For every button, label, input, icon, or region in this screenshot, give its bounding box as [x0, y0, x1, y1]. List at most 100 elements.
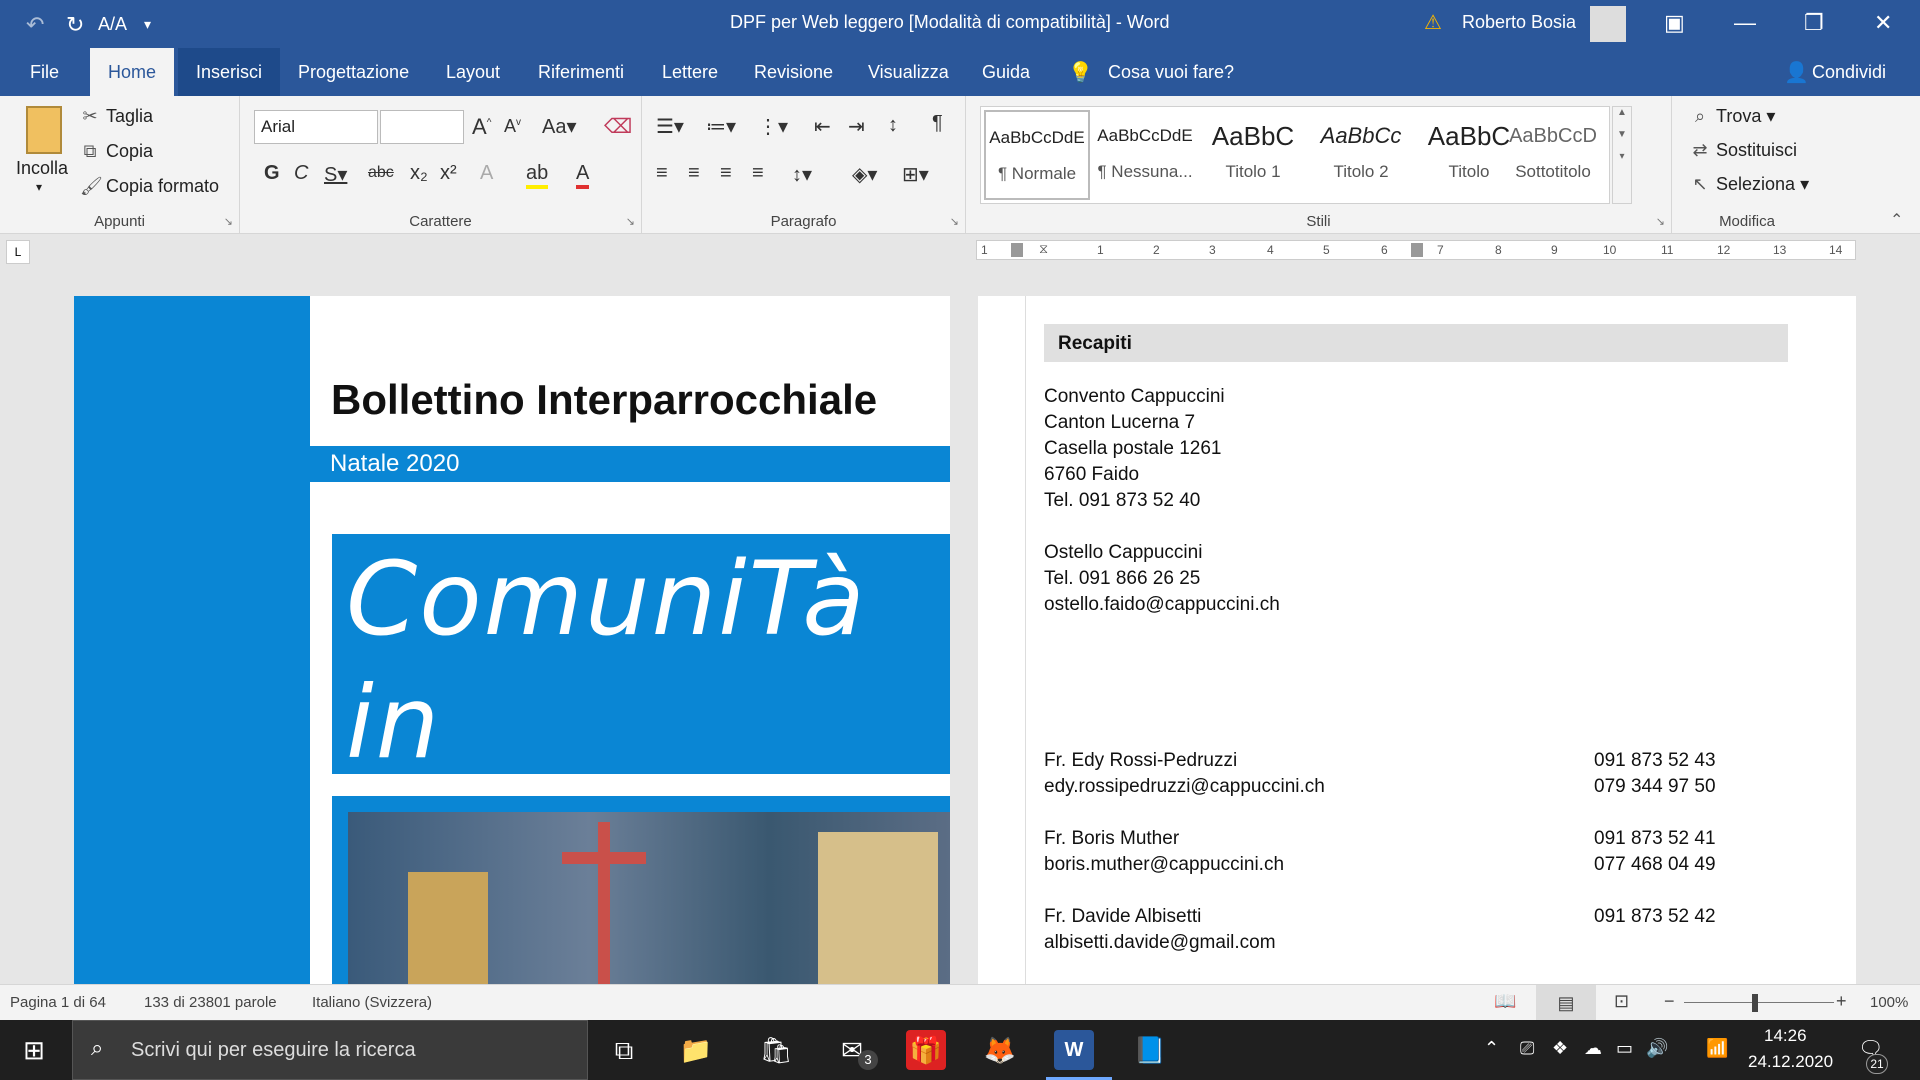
justify-icon[interactable]: ≡ — [752, 162, 764, 185]
tab-review[interactable]: Revisione — [736, 48, 851, 96]
tab-insert[interactable]: Inserisci — [178, 48, 281, 96]
horizontal-ruler[interactable]: 1 ⧖ 1 2 3 4 5 6 7 8 9 10 11 12 13 14 — [976, 240, 1856, 260]
contact-name[interactable]: Fr. Davide Albisetti — [1044, 904, 1201, 930]
copy-button[interactable]: ⧉ Copia — [80, 141, 153, 162]
tab-design[interactable]: Progettazione — [280, 48, 427, 96]
superscript-icon[interactable]: x² — [440, 162, 457, 185]
bold-icon[interactable]: G — [264, 162, 280, 185]
avatar[interactable] — [1590, 6, 1626, 42]
align-left-icon[interactable]: ≡ — [656, 162, 668, 185]
italic-icon[interactable]: C — [294, 162, 308, 185]
paste-dropdown-icon[interactable]: ▾ — [36, 180, 42, 194]
read-mode-icon[interactable]: 📖 — [1494, 991, 1516, 1012]
word-app-icon[interactable]: W — [1054, 1030, 1094, 1070]
font-family-select[interactable]: Arial — [254, 110, 378, 144]
page-title[interactable]: Bollettino Interparrocchiale — [331, 376, 877, 424]
word-count[interactable]: 133 di 23801 parole — [144, 994, 277, 1011]
clock-date[interactable]: 24.12.2020 — [1748, 1052, 1833, 1072]
task-view-icon[interactable]: ⧉ — [604, 1030, 644, 1070]
pilcrow-icon[interactable]: ¶ — [932, 112, 943, 135]
address-block[interactable]: Convento Cappuccini Canton Lucerna 7 Cas… — [1044, 384, 1225, 488]
strikethrough-icon[interactable]: abc — [368, 164, 394, 182]
cut-button[interactable]: ✂ Taglia — [80, 106, 153, 127]
ruler-margin-marker[interactable] — [1011, 243, 1023, 257]
web-layout-icon[interactable]: ⊡ — [1614, 991, 1629, 1012]
page-2[interactable]: Recapiti Convento Cappuccini Canton Luce… — [978, 296, 1856, 996]
change-case-icon[interactable]: Aa▾ — [542, 114, 577, 139]
file-explorer-icon[interactable]: 📁 — [676, 1030, 716, 1070]
show-hidden-icons[interactable]: ⌃ — [1484, 1038, 1499, 1059]
taskbar-search[interactable]: ⌕ Scrivi qui per eseguire la ricerca — [72, 1020, 588, 1080]
styles-scroll[interactable]: ▲ ▼ ▾ — [1612, 106, 1632, 204]
zoom-slider-thumb[interactable] — [1752, 994, 1758, 1012]
ruler-column-marker[interactable] — [1411, 243, 1423, 257]
contact-phone[interactable]: 091 873 52 43 — [1594, 748, 1716, 774]
clear-format-icon[interactable]: ⌫ — [604, 114, 632, 139]
battery-icon[interactable]: ▭ — [1616, 1038, 1633, 1059]
sort-icon[interactable]: ↕ — [888, 114, 898, 137]
contact-name[interactable]: Fr. Edy Rossi-Pedruzzi — [1044, 748, 1237, 774]
text-effects-icon[interactable]: A — [480, 162, 493, 185]
bullets-icon[interactable]: ☰▾ — [656, 114, 684, 139]
style-heading2[interactable]: AaBbCc Titolo 2 — [1308, 110, 1414, 200]
underline-icon[interactable]: S▾ — [324, 162, 347, 187]
section-heading[interactable]: Recapiti — [1058, 333, 1132, 355]
contact-phone[interactable]: 079 344 97 50 — [1594, 774, 1716, 800]
style-normal[interactable]: AaBbCcDdE ¶ Normale — [984, 110, 1090, 200]
contact-name[interactable]: Fr. Boris Muther — [1044, 826, 1179, 852]
minimize-icon[interactable]: — — [1734, 10, 1756, 36]
document-canvas[interactable]: L Bollettino Interparrocchiale Natale 20… — [0, 234, 1920, 996]
highlight-icon[interactable]: ab — [526, 162, 549, 189]
shading-icon[interactable]: ◈▾ — [852, 162, 877, 187]
page-subtitle[interactable]: Natale 2020 — [330, 450, 459, 478]
dialog-launcher-icon[interactable]: ↘ — [950, 215, 959, 228]
contact-email[interactable]: albisetti.davide@gmail.com — [1044, 930, 1276, 956]
tray-icon[interactable]: ⎚ — [1520, 1038, 1534, 1059]
page-1[interactable]: Bollettino Interparrocchiale Natale 2020… — [74, 296, 950, 996]
zoom-out-button[interactable]: − — [1664, 991, 1675, 1012]
network-icon[interactable]: 📶 — [1706, 1038, 1728, 1059]
dialog-launcher-icon[interactable]: ↘ — [224, 215, 233, 228]
align-right-icon[interactable]: ≡ — [720, 162, 732, 185]
line-spacing-icon[interactable]: ↕▾ — [792, 162, 812, 187]
align-center-icon[interactable]: ≡ — [688, 162, 700, 185]
gift-icon[interactable]: 🎁 — [906, 1030, 946, 1070]
clock-time[interactable]: 14:26 — [1764, 1026, 1807, 1046]
close-icon[interactable]: ✕ — [1874, 10, 1892, 36]
contact-email[interactable]: edy.rossipedruzzi@cappuccini.ch — [1044, 774, 1325, 800]
phone-line[interactable]: Tel. 091 873 52 40 — [1044, 488, 1200, 514]
decrease-indent-icon[interactable]: ⇤ — [814, 114, 831, 139]
undo-icon[interactable]: ↶ — [26, 12, 44, 38]
collapse-ribbon-icon[interactable]: ⌃ — [1890, 210, 1903, 230]
font-color-icon[interactable]: A — [576, 162, 590, 189]
style-heading1[interactable]: AaBbC Titolo 1 — [1200, 110, 1306, 200]
zoom-slider[interactable] — [1684, 1002, 1834, 1003]
windows-start-icon[interactable]: ⊞ — [14, 1030, 54, 1070]
print-layout-icon[interactable]: ▤ — [1536, 985, 1596, 1021]
tab-layout[interactable]: Layout — [428, 48, 518, 96]
tab-selector-icon[interactable]: L — [6, 240, 30, 264]
replace-button[interactable]: ⇄ Sostituisci — [1690, 140, 1797, 161]
dropbox-icon[interactable]: ❖ — [1552, 1038, 1568, 1059]
format-painter-button[interactable]: 🖌 Copia formato — [80, 176, 219, 197]
volume-icon[interactable]: 🔊 — [1646, 1038, 1668, 1059]
customize-qat-icon[interactable]: ▾ — [144, 16, 151, 33]
contact-phone[interactable]: 091 873 52 42 — [1594, 904, 1716, 930]
numbering-icon[interactable]: ≔▾ — [706, 114, 736, 139]
font-size-select[interactable] — [380, 110, 464, 144]
store-icon[interactable]: 🛍 — [756, 1030, 796, 1070]
borders-icon[interactable]: ⊞▾ — [902, 162, 929, 187]
text-style-icon[interactable]: A/A — [98, 14, 127, 35]
redo-icon[interactable]: ↻ — [66, 12, 84, 38]
shrink-font-icon[interactable]: Av — [504, 116, 521, 137]
tab-file[interactable]: File — [12, 48, 77, 96]
ribbon-display-icon[interactable]: ▣ — [1664, 10, 1685, 36]
select-button[interactable]: ↖ Seleziona ▾ — [1690, 174, 1809, 195]
contact-phone[interactable]: 091 873 52 41 — [1594, 826, 1716, 852]
tab-mailings[interactable]: Lettere — [644, 48, 736, 96]
tab-home[interactable]: Home — [90, 48, 175, 96]
tell-me-search[interactable]: Cosa vuoi fare? — [1108, 62, 1234, 83]
warning-icon[interactable]: ⚠ — [1424, 10, 1442, 35]
restore-icon[interactable]: ❐ — [1804, 10, 1824, 36]
increase-indent-icon[interactable]: ⇥ — [848, 114, 865, 139]
